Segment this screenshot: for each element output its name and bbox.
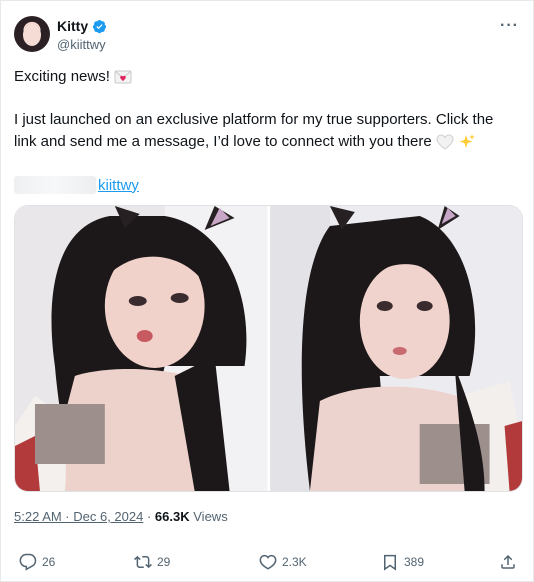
author-name[interactable]: Kitty [57, 18, 88, 34]
like-button[interactable]: 2.3K [259, 553, 307, 571]
post-timestamp[interactable]: 5:22 AM · Dec 6, 2024 [14, 509, 143, 524]
bookmark-icon [384, 554, 396, 571]
like-count: 2.3K [282, 555, 307, 569]
meta-separator: · [143, 509, 155, 524]
author-handle[interactable]: @kiittwy [57, 37, 106, 52]
media-grid [14, 205, 523, 492]
photo-2-illustration [269, 206, 522, 491]
reply-button[interactable]: 26 [19, 553, 55, 571]
action-bar: 26 29 2.3K 389 [1, 547, 534, 577]
profile-link[interactable]: kiittwy [98, 177, 139, 194]
media-photo-2[interactable] [269, 206, 522, 491]
verified-badge-icon [93, 19, 107, 33]
link-row: kiittwy [14, 174, 139, 196]
post-meta: 5:22 AM · Dec 6, 2024 · 66.3K Views [14, 509, 228, 524]
heart-icon [259, 554, 277, 570]
repost-button[interactable]: 29 [134, 553, 170, 571]
share-button[interactable] [499, 553, 517, 571]
repost-count: 29 [157, 555, 171, 569]
white-heart-icon [436, 134, 454, 150]
tweet-card: Kitty @kiittwy ··· Exciting news! I just… [0, 0, 534, 582]
photo-1-illustration [15, 206, 268, 491]
avatar[interactable] [14, 16, 50, 52]
share-icon [501, 554, 515, 569]
reply-icon [19, 553, 37, 571]
more-dots-icon[interactable]: ··· [500, 17, 519, 35]
love-letter-icon [114, 70, 132, 84]
author-name-row[interactable]: Kitty [57, 18, 107, 34]
bookmark-count: 389 [404, 555, 425, 569]
reply-count: 26 [42, 555, 56, 569]
repost-icon [134, 555, 152, 569]
bookmark-button[interactable]: 389 [381, 553, 424, 571]
views-label: Views [193, 509, 228, 524]
sparkles-icon [459, 134, 476, 149]
views-count: 66.3K [154, 509, 190, 524]
post-body-text: I just launched on an exclusive platform… [14, 111, 494, 150]
post-line1-text: Exciting news! [14, 68, 110, 85]
media-photo-1[interactable] [15, 206, 268, 491]
post-line1: Exciting news! [14, 66, 132, 88]
post-body: I just launched on an exclusive platform… [14, 109, 519, 153]
redacted-link-prefix [14, 176, 96, 194]
